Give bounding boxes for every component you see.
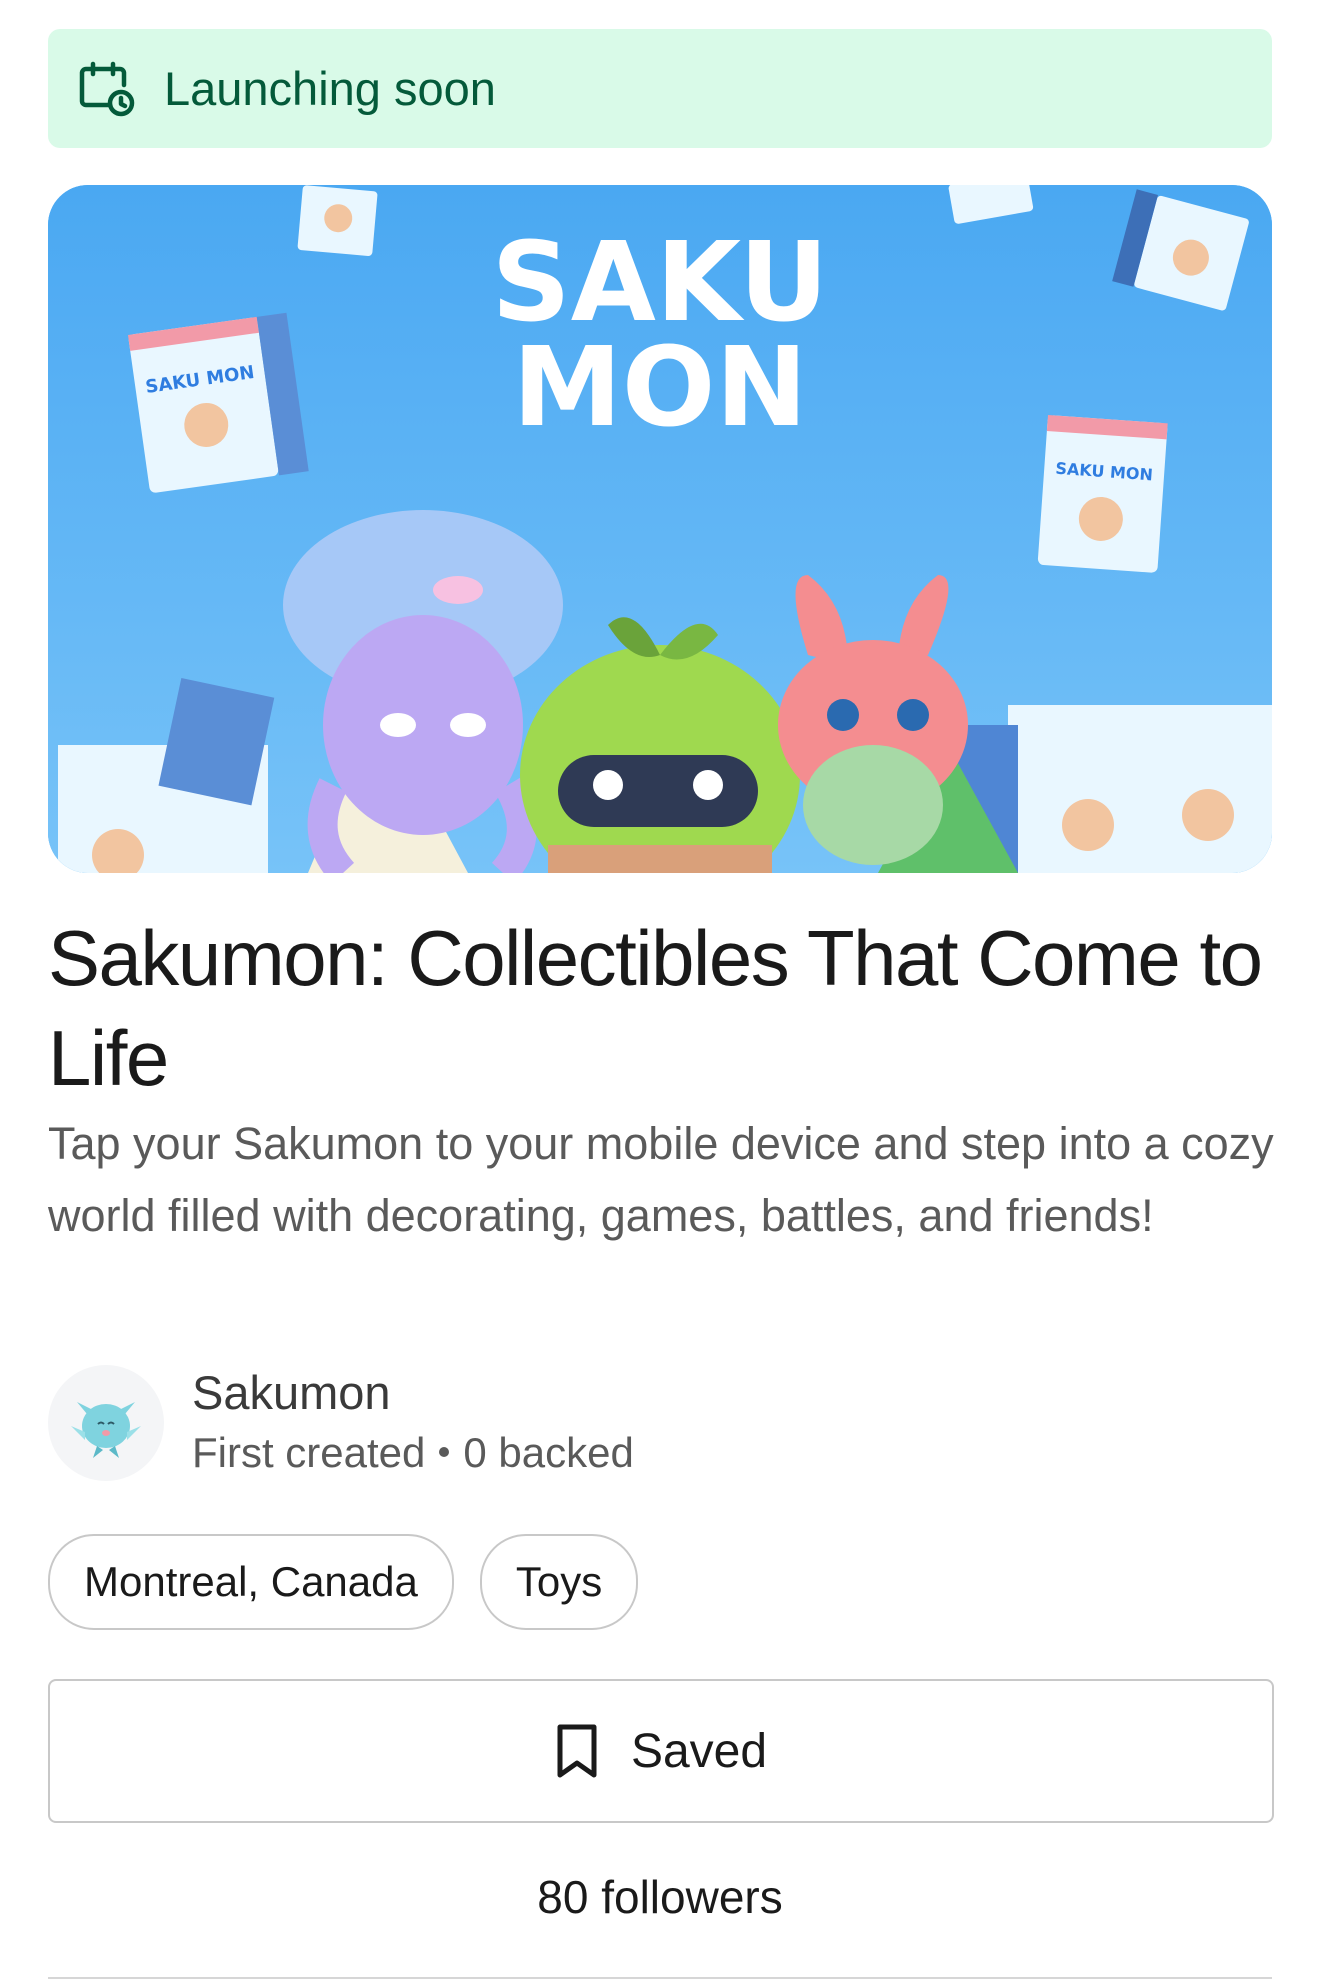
project-title: Sakumon: Collectibles That Come to Life (48, 914, 1263, 1102)
followers-count: 80 followers (537, 1871, 783, 1923)
saved-button-label: Saved (630, 1724, 768, 1778)
sakumon-logo: SAKU MON (492, 218, 829, 451)
backed-count: 0 backed (463, 1429, 634, 1476)
creator-meta: First created 0 backed (192, 1424, 634, 1482)
banner-label: Launching soon (164, 62, 496, 115)
creator-info[interactable]: Sakumon First created 0 backed (48, 1365, 1272, 1481)
svg-text:MON: MON (512, 323, 807, 451)
project-description: Tap your Sakumon to your mobile device a… (48, 1118, 1274, 1241)
bookmark-icon (555, 1723, 599, 1779)
first-created-label: First created (192, 1429, 426, 1476)
tag-list: Montreal, Canada Toys (48, 1534, 639, 1630)
calendar-clock-icon (76, 59, 136, 119)
creature-avatar-icon[interactable] (48, 1365, 164, 1481)
creator-text: Sakumon First created 0 backed (192, 1364, 634, 1482)
project-page: Launching soon SAKU MON SAKU MON SAKU MO… (0, 0, 1320, 1983)
product-box: SAKU MON (1037, 415, 1168, 573)
hero-image[interactable]: SAKU MON SAKU MON SAKU MON (48, 185, 1272, 873)
location-tag[interactable]: Montreal, Canada (48, 1534, 454, 1630)
saved-button[interactable]: Saved (48, 1679, 1274, 1823)
separator-dot (439, 1446, 450, 1457)
creator-name[interactable]: Sakumon (192, 1364, 634, 1422)
category-tag[interactable]: Toys (479, 1534, 639, 1630)
divider (48, 1977, 1272, 1979)
launching-soon-banner: Launching soon (48, 29, 1272, 148)
product-box: SAKU MON (128, 312, 309, 493)
product-box (297, 185, 378, 256)
